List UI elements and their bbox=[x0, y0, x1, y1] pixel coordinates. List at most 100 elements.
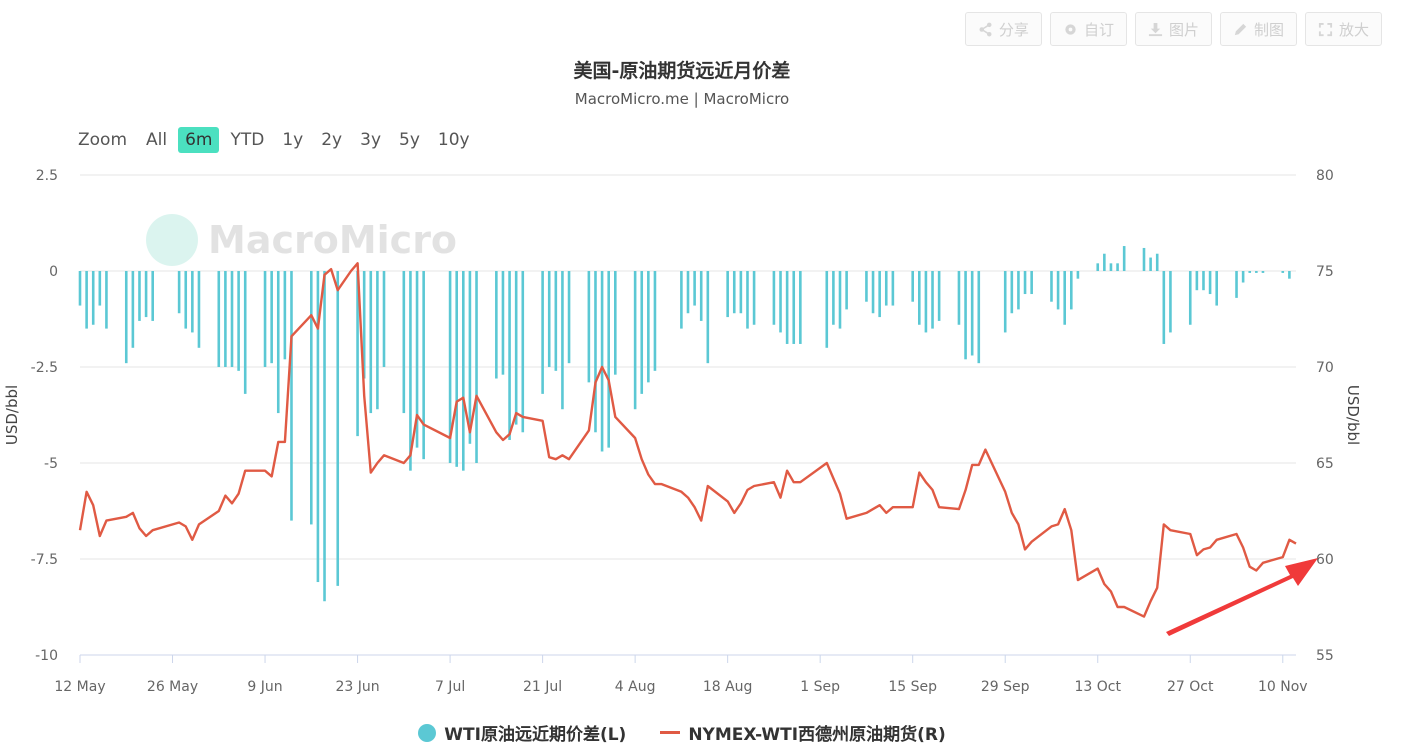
legend-item-spread[interactable]: WTI原油远近期价差(L) bbox=[418, 720, 626, 745]
spread-bar bbox=[594, 271, 597, 433]
spread-bar bbox=[614, 271, 617, 375]
x-tick-label: 9 Jun bbox=[247, 679, 282, 695]
spread-bar bbox=[1261, 271, 1265, 273]
spread-bar bbox=[521, 271, 525, 433]
spread-bar bbox=[964, 271, 967, 360]
spread-bar bbox=[475, 271, 478, 463]
spread-bar bbox=[785, 271, 789, 344]
spread-bar bbox=[541, 271, 544, 394]
left-tick-label: 2.5 bbox=[36, 168, 58, 184]
spread-bar bbox=[514, 271, 518, 425]
spread-bar bbox=[884, 271, 888, 306]
x-tick-label: 23 Jun bbox=[335, 679, 379, 695]
spread-bar bbox=[290, 271, 293, 521]
spread-bar bbox=[151, 271, 154, 321]
spread-bar bbox=[1188, 271, 1192, 325]
spread-bar bbox=[263, 271, 267, 367]
spread-bar bbox=[640, 271, 644, 394]
spread-bar bbox=[970, 271, 974, 356]
spread-bar bbox=[283, 271, 287, 360]
spread-bar bbox=[838, 271, 842, 329]
spread-bar bbox=[495, 271, 498, 379]
legend-line-icon bbox=[660, 731, 681, 734]
spread-bar bbox=[191, 271, 194, 333]
left-tick-label: -2.5 bbox=[31, 360, 58, 376]
spread-bar bbox=[1103, 253, 1106, 271]
spread-bar bbox=[1017, 271, 1020, 310]
left-tick-label: -10 bbox=[35, 648, 58, 664]
spread-bar bbox=[937, 271, 941, 321]
spread-bar bbox=[1281, 271, 1285, 273]
spread-bar bbox=[1241, 271, 1245, 283]
spread-bar bbox=[732, 271, 736, 314]
left-tick-label: -7.5 bbox=[31, 552, 58, 568]
spread-bar bbox=[706, 271, 710, 364]
spread-bar bbox=[865, 271, 868, 302]
wti-price-line bbox=[78, 262, 1297, 618]
spread-bar bbox=[977, 271, 981, 364]
spread-bar bbox=[600, 271, 604, 452]
spread-bar bbox=[792, 271, 796, 344]
spread-bar bbox=[633, 271, 637, 410]
right-tick-label: 70 bbox=[1316, 360, 1334, 376]
spread-bar bbox=[78, 271, 82, 306]
spread-bar bbox=[878, 271, 881, 318]
spread-bar bbox=[105, 271, 108, 329]
spread-bar bbox=[1076, 271, 1080, 279]
spread-bar bbox=[1116, 263, 1119, 271]
spread-bar bbox=[653, 271, 657, 371]
spread-bar bbox=[931, 271, 934, 329]
spread-bar bbox=[699, 271, 703, 321]
x-tick-label: 7 Jul bbox=[435, 679, 465, 695]
spread-bar bbox=[1070, 271, 1073, 310]
x-tick-label: 29 Sep bbox=[981, 679, 1030, 695]
spread-bar bbox=[1255, 271, 1258, 273]
legend-item-wti[interactable]: NYMEX-WTI西德州原油期货(R) bbox=[660, 720, 946, 745]
spread-bar bbox=[1248, 271, 1252, 273]
spread-bar bbox=[1215, 271, 1218, 306]
spread-bar bbox=[832, 271, 835, 325]
legend-dot-icon bbox=[418, 723, 437, 742]
spread-bar bbox=[693, 271, 696, 306]
spread-bar bbox=[177, 271, 181, 314]
spread-bar bbox=[1162, 271, 1166, 344]
spread-bar bbox=[1056, 271, 1060, 310]
spread-bar bbox=[799, 271, 802, 344]
spread-bar bbox=[508, 271, 511, 440]
spread-bar bbox=[276, 271, 280, 414]
spread-bar bbox=[686, 271, 690, 314]
x-tick-label: 10 Nov bbox=[1258, 679, 1308, 695]
spread-bar bbox=[243, 271, 247, 394]
left-tick-label: 0 bbox=[49, 264, 58, 280]
x-tick-label: 18 Aug bbox=[703, 679, 753, 695]
spread-bar bbox=[1063, 271, 1066, 325]
spread-bar bbox=[91, 271, 95, 325]
spread-bar bbox=[1235, 271, 1238, 298]
right-tick-label: 80 bbox=[1316, 168, 1334, 184]
spread-bar bbox=[1288, 271, 1291, 279]
spread-bar bbox=[752, 271, 756, 325]
spread-bar bbox=[1169, 271, 1172, 333]
legend-label-spread: WTI原油远近期价差(L) bbox=[444, 725, 627, 745]
spread-bar bbox=[217, 271, 221, 367]
spread-bar bbox=[547, 271, 551, 367]
spread-bar bbox=[376, 271, 379, 410]
spread-bar bbox=[409, 271, 412, 471]
spread-bar bbox=[1149, 257, 1152, 271]
annotation-arrow bbox=[1166, 558, 1318, 636]
legend: WTI原油远近期价差(L) NYMEX-WTI西德州原油期货(R) bbox=[0, 720, 1364, 745]
spread-bar bbox=[422, 271, 425, 460]
spread-bar bbox=[230, 271, 234, 367]
spread-bar bbox=[382, 271, 386, 367]
spread-bar bbox=[85, 271, 88, 329]
spread-bar bbox=[310, 271, 313, 525]
spread-bar bbox=[647, 271, 650, 383]
spread-bar bbox=[369, 271, 373, 414]
right-tick-label: 75 bbox=[1316, 264, 1334, 280]
x-tick-label: 21 Jul bbox=[523, 679, 562, 695]
spread-bar bbox=[779, 271, 782, 333]
spread-bar bbox=[1202, 271, 1205, 291]
left-axis-title: USD/bbl bbox=[3, 385, 21, 445]
spread-bar bbox=[1010, 271, 1014, 314]
spread-bar bbox=[845, 271, 848, 310]
